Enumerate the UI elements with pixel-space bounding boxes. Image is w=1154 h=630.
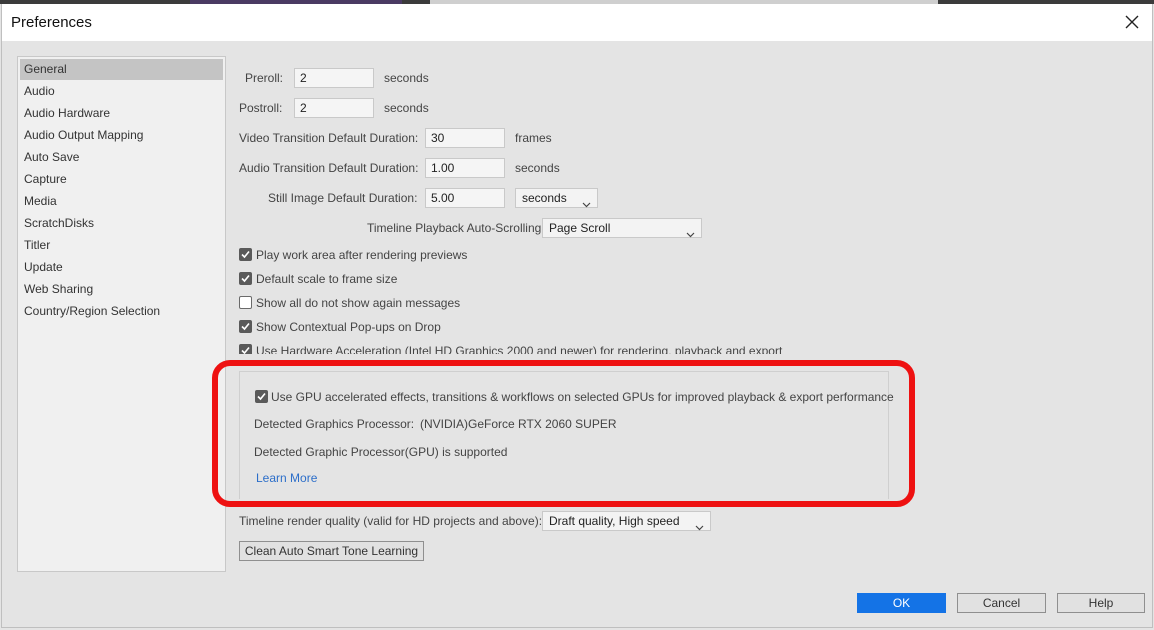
chevron-down-icon xyxy=(686,225,695,243)
preferences-dialog: Preferences General Audio Audio Hardware… xyxy=(1,4,1153,628)
sidebar-item-country-region[interactable]: Country/Region Selection xyxy=(20,301,223,322)
ok-button[interactable]: OK xyxy=(857,593,946,613)
still-image-unit-dropdown[interactable]: seconds xyxy=(515,188,598,208)
preroll-input[interactable]: 2 xyxy=(294,68,374,88)
postroll-label: Postroll: xyxy=(239,101,283,115)
play-work-area-label: Play work area after rendering previews xyxy=(256,248,468,262)
still-image-input[interactable]: 5.00 xyxy=(425,188,505,208)
render-quality-label: Timeline render quality (valid for HD pr… xyxy=(239,514,543,528)
play-work-area-checkbox[interactable] xyxy=(239,248,252,261)
video-transition-label: Video Transition Default Duration: xyxy=(239,131,419,145)
sidebar-item-capture[interactable]: Capture xyxy=(20,169,223,190)
hardware-acceleration-checkbox[interactable] xyxy=(239,344,252,354)
sidebar-item-audio[interactable]: Audio xyxy=(20,81,223,102)
chevron-down-icon xyxy=(695,518,704,536)
title-bar: Preferences xyxy=(2,4,1152,41)
preferences-sidebar: General Audio Audio Hardware Audio Outpu… xyxy=(17,56,226,572)
audio-transition-unit: seconds xyxy=(515,161,560,175)
audio-transition-input[interactable]: 1.00 xyxy=(425,158,505,178)
help-button[interactable]: Help xyxy=(1057,593,1145,613)
preroll-label: Preroll: xyxy=(245,71,284,85)
close-button[interactable] xyxy=(1118,8,1146,36)
show-all-messages-label: Show all do not show again messages xyxy=(256,296,461,310)
still-image-label: Still Image Default Duration: xyxy=(268,191,418,205)
contextual-popups-checkbox[interactable] xyxy=(239,320,252,333)
audio-transition-label: Audio Transition Default Duration: xyxy=(239,161,419,175)
sidebar-item-web-sharing[interactable]: Web Sharing xyxy=(20,279,223,300)
close-icon xyxy=(1118,8,1146,36)
render-quality-value: Draft quality, High speed xyxy=(549,514,680,528)
sidebar-item-update[interactable]: Update xyxy=(20,257,223,278)
timeline-scroll-label: Timeline Playback Auto-Scrolling: xyxy=(367,221,545,235)
timeline-scroll-dropdown[interactable]: Page Scroll xyxy=(542,218,702,238)
sidebar-item-titler[interactable]: Titler xyxy=(20,235,223,256)
hardware-acceleration-label: Use Hardware Acceleration (Intel HD Grap… xyxy=(256,344,783,354)
sidebar-item-audio-hardware[interactable]: Audio Hardware xyxy=(20,103,223,124)
still-image-unit-value: seconds xyxy=(522,191,567,205)
postroll-unit: seconds xyxy=(384,101,429,115)
timeline-scroll-value: Page Scroll xyxy=(549,221,611,235)
chevron-down-icon xyxy=(582,195,591,213)
sidebar-item-auto-save[interactable]: Auto Save xyxy=(20,147,223,168)
render-quality-dropdown[interactable]: Draft quality, High speed xyxy=(542,511,711,531)
default-scale-checkbox[interactable] xyxy=(239,272,252,285)
sidebar-item-media[interactable]: Media xyxy=(20,191,223,212)
cancel-button[interactable]: Cancel xyxy=(957,593,1046,613)
contextual-popups-label: Show Contextual Pop-ups on Drop xyxy=(256,320,441,334)
sidebar-item-general[interactable]: General xyxy=(20,59,223,80)
dialog-title: Preferences xyxy=(11,14,92,31)
sidebar-item-scratchdisks[interactable]: ScratchDisks xyxy=(20,213,223,234)
red-highlight-annotation xyxy=(212,360,915,507)
preroll-unit: seconds xyxy=(384,71,429,85)
video-transition-unit: frames xyxy=(515,131,552,145)
show-all-messages-checkbox[interactable] xyxy=(239,296,252,309)
default-scale-label: Default scale to frame size xyxy=(256,272,398,286)
sidebar-item-audio-output-mapping[interactable]: Audio Output Mapping xyxy=(20,125,223,146)
hardware-accel-row: Use Hardware Acceleration (Intel HD Grap… xyxy=(234,340,874,354)
clean-smart-tone-button[interactable]: Clean Auto Smart Tone Learning xyxy=(239,541,424,561)
postroll-input[interactable]: 2 xyxy=(294,98,374,118)
video-transition-input[interactable]: 30 xyxy=(425,128,505,148)
